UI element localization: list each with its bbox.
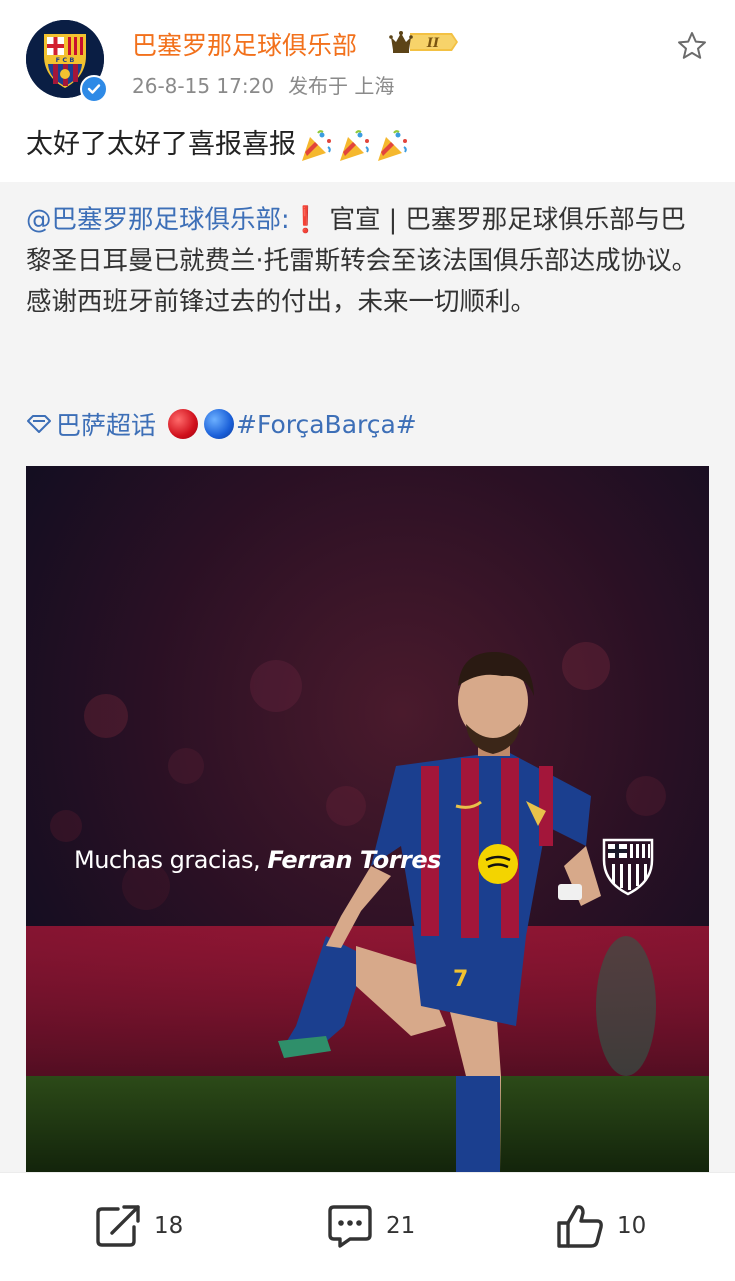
post-image[interactable]: 7 Muchas gracias, Ferran Torres xyxy=(26,466,709,1172)
comment-count: 21 xyxy=(386,1213,416,1239)
badge-level: II xyxy=(426,36,440,51)
like-count: 10 xyxy=(617,1213,647,1239)
caption-player-name: Ferran Torres xyxy=(267,846,441,874)
post-meta: 26-8-15 17:20 发布于 上海 xyxy=(132,70,408,99)
party-popper-icon xyxy=(298,129,334,163)
post-header: F C B 巴塞罗那足球俱乐部 II 26-8-15 17:20 发布于 上海 xyxy=(0,0,735,120)
mention-link[interactable]: @巴塞罗那足球俱乐部: xyxy=(26,205,290,235)
topic-row: 巴萨超话 #ForçaBarça# xyxy=(26,406,417,442)
action-bar: 18 21 10 xyxy=(0,1172,735,1281)
verified-badge-icon xyxy=(80,75,108,103)
post-time: 26-8-15 17:20 xyxy=(132,74,275,98)
topic-diamond-icon xyxy=(27,415,51,433)
member-crown-badge[interactable]: II xyxy=(388,28,460,56)
party-popper-icon xyxy=(336,129,372,163)
star-icon[interactable] xyxy=(676,30,708,62)
share-button[interactable]: 18 xyxy=(94,1203,183,1249)
repost-text: @巴塞罗那足球俱乐部:❗ 官宣 | 巴塞罗那足球俱乐部与巴黎圣日耳曼已就费兰·托… xyxy=(26,200,706,323)
share-icon xyxy=(96,1205,140,1247)
post-location: 发布于 上海 xyxy=(288,74,395,98)
red-circle-icon xyxy=(168,409,199,439)
shirt-number: 7 xyxy=(453,967,468,992)
like-button[interactable]: 10 xyxy=(555,1203,646,1249)
caption-plain: Muchas gracias, xyxy=(74,846,268,874)
comment-button[interactable]: 21 xyxy=(326,1203,415,1249)
image-caption: Muchas gracias, Ferran Torres xyxy=(74,846,441,874)
svg-text:F C B: F C B xyxy=(56,56,75,64)
player-photo: 7 xyxy=(26,466,709,1172)
post-text-content: 太好了太好了喜报喜报 xyxy=(26,129,296,160)
comment-icon xyxy=(328,1205,372,1248)
share-count: 18 xyxy=(154,1213,184,1239)
blue-circle-icon xyxy=(204,409,235,439)
author-name[interactable]: 巴塞罗那足球俱乐部 xyxy=(132,26,357,62)
post-text: 太好了太好了喜报喜报 xyxy=(26,122,410,163)
thumbs-up-icon xyxy=(557,1205,603,1248)
exclamation-icon: ❗ xyxy=(289,205,322,235)
super-topic-link[interactable]: 巴萨超话 xyxy=(56,406,156,442)
party-popper-icon xyxy=(374,129,410,163)
hashtag-link[interactable]: #ForçaBarça# xyxy=(236,410,417,439)
